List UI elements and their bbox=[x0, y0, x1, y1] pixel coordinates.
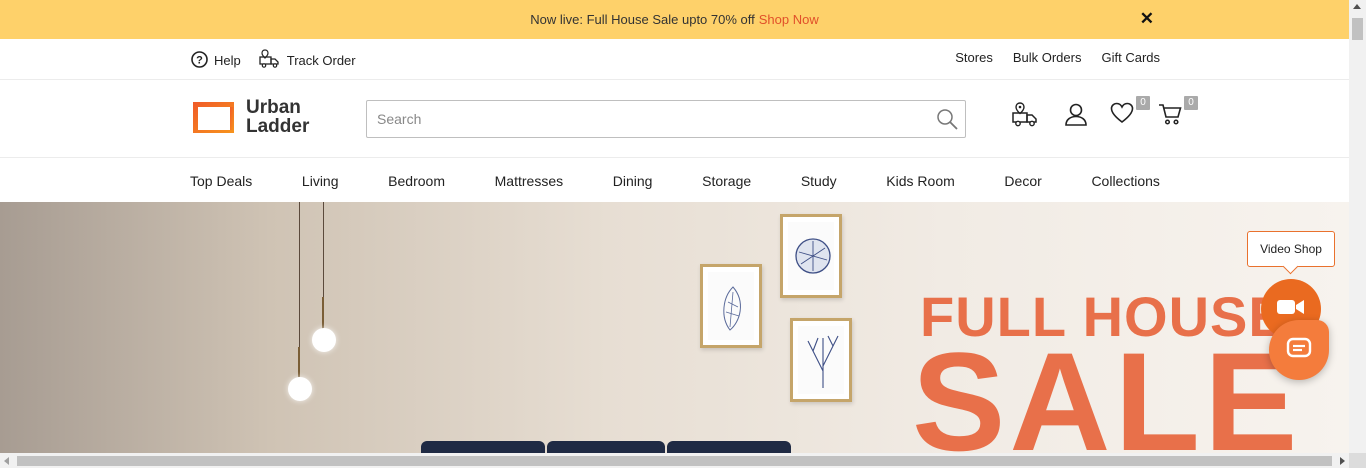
chat-button[interactable] bbox=[1269, 320, 1329, 380]
heart-icon bbox=[1110, 102, 1134, 128]
cart-button[interactable]: 0 bbox=[1158, 96, 1198, 130]
sofa-cushion bbox=[547, 441, 665, 453]
wall-art-frame bbox=[780, 214, 842, 298]
horizontal-scrollbar[interactable] bbox=[0, 453, 1349, 468]
pendant-lamp-wire bbox=[299, 202, 300, 347]
nav-item-decor[interactable]: Decor bbox=[1004, 173, 1041, 189]
wall-art-frame bbox=[700, 264, 762, 348]
scroll-right-arrow-icon[interactable] bbox=[1340, 457, 1345, 465]
vertical-scrollbar[interactable] bbox=[1349, 0, 1366, 468]
wall-art-frame bbox=[790, 318, 852, 402]
logo-line-1: Urban bbox=[246, 97, 301, 118]
wishlist-count-badge: 0 bbox=[1136, 96, 1150, 110]
logo[interactable]: Urban Ladder bbox=[190, 98, 309, 136]
video-camera-icon bbox=[1276, 297, 1306, 322]
main-header: Urban Ladder 0 bbox=[0, 80, 1349, 158]
nav-item-mattresses[interactable]: Mattresses bbox=[495, 173, 563, 189]
vertical-scroll-thumb[interactable] bbox=[1352, 18, 1363, 40]
gift-cards-link[interactable]: Gift Cards bbox=[1101, 50, 1160, 65]
logo-mark-icon bbox=[190, 99, 236, 135]
utility-bar: ? Help Track Order Stores Bulk Orders Gi… bbox=[0, 39, 1349, 80]
pendant-lamp-rod bbox=[322, 297, 324, 329]
nav-item-living[interactable]: Living bbox=[302, 173, 339, 189]
track-order-link[interactable]: Track Order bbox=[259, 49, 356, 72]
user-icon bbox=[1064, 103, 1088, 130]
sofa-cushion bbox=[421, 441, 545, 453]
promo-banner: Now live: Full House Sale upto 70% off S… bbox=[0, 0, 1349, 39]
truck-location-icon bbox=[1012, 102, 1040, 132]
help-link[interactable]: ? Help bbox=[191, 50, 241, 71]
track-order-label: Track Order bbox=[286, 53, 356, 68]
logo-line-2: Ladder bbox=[246, 116, 310, 137]
search-icon[interactable] bbox=[935, 107, 959, 136]
pendant-lamp-wire bbox=[323, 202, 324, 297]
track-order-icon bbox=[259, 49, 281, 72]
cart-icon bbox=[1158, 104, 1182, 130]
wishlist-button[interactable]: 0 bbox=[1110, 96, 1150, 128]
promo-text: Now live: Full House Sale upto 70% off bbox=[530, 12, 755, 27]
nav-item-storage[interactable]: Storage bbox=[702, 173, 751, 189]
nav-item-bedroom[interactable]: Bedroom bbox=[388, 173, 445, 189]
sofa-cushion bbox=[667, 441, 791, 453]
search-box[interactable] bbox=[366, 100, 966, 138]
shop-now-link[interactable]: Shop Now bbox=[759, 12, 819, 27]
store-locator-button[interactable] bbox=[1012, 102, 1038, 128]
hero-title-line-2: SALE bbox=[912, 323, 1302, 454]
svg-text:?: ? bbox=[196, 54, 203, 66]
hero-banner[interactable]: FULL HOUSE SALE bbox=[0, 202, 1349, 453]
pendant-lamp-rod bbox=[298, 347, 300, 377]
search-input[interactable] bbox=[367, 101, 927, 137]
cart-count-badge: 0 bbox=[1184, 96, 1198, 110]
pendant-lamp-bulb bbox=[312, 328, 336, 352]
chat-icon bbox=[1286, 337, 1312, 364]
nav-item-collections[interactable]: Collections bbox=[1091, 173, 1159, 189]
close-icon[interactable]: ✕ bbox=[1140, 9, 1154, 29]
scrollbar-corner bbox=[1349, 453, 1366, 468]
scroll-up-arrow-icon[interactable] bbox=[1353, 4, 1361, 9]
nav-item-study[interactable]: Study bbox=[801, 173, 837, 189]
stores-link[interactable]: Stores bbox=[955, 50, 993, 65]
horizontal-scroll-thumb[interactable] bbox=[17, 456, 1332, 466]
nav-item-dining[interactable]: Dining bbox=[613, 173, 653, 189]
account-button[interactable] bbox=[1064, 102, 1090, 128]
help-icon: ? bbox=[191, 50, 208, 71]
nav-item-kids-room[interactable]: Kids Room bbox=[886, 173, 954, 189]
category-nav: Top Deals Living Bedroom Mattresses Dini… bbox=[0, 159, 1349, 202]
scroll-left-arrow-icon[interactable] bbox=[4, 457, 9, 465]
help-label: Help bbox=[214, 53, 241, 68]
pendant-lamp-bulb bbox=[288, 377, 312, 401]
nav-item-top-deals[interactable]: Top Deals bbox=[190, 173, 252, 189]
video-shop-tooltip[interactable]: Video Shop bbox=[1247, 231, 1335, 267]
bulk-orders-link[interactable]: Bulk Orders bbox=[1013, 50, 1082, 65]
